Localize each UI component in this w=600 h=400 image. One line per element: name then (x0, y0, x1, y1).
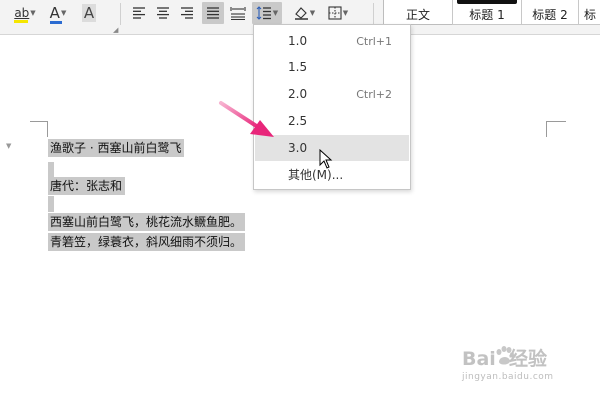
option-value: 1.0 (288, 34, 308, 48)
align-right-icon (181, 7, 193, 19)
style-heading-2[interactable]: 标题 2 (521, 0, 579, 25)
justify-icon (207, 7, 219, 19)
character-shading-icon: A (81, 4, 97, 22)
align-right-button[interactable] (176, 2, 198, 24)
style-heading-2-label: 标题 2 (532, 7, 568, 22)
chevron-down-icon: ▼ (342, 9, 349, 17)
margin-crop-mark (546, 121, 566, 122)
selection-blank-line (48, 196, 54, 212)
line-spacing-option-2-0[interactable]: 2.0 Ctrl+2 (255, 81, 409, 107)
style-heading-1[interactable]: 标题 1 (452, 0, 522, 25)
selection-blank-line (48, 162, 54, 178)
watermark-url: jingyan.baidu.com (462, 372, 554, 382)
option-value: 其他(M)... (288, 167, 344, 182)
shading-button[interactable]: ▼ (290, 2, 318, 24)
poem-title[interactable]: 渔歌子 · 西塞山前白鹭飞 (48, 139, 185, 157)
margin-crop-mark (546, 121, 547, 137)
character-shading-button[interactable]: A (78, 2, 100, 24)
line-spacing-option-1-5[interactable]: 1.5 (255, 54, 409, 80)
chevron-down-icon: ▼ (272, 9, 279, 17)
option-shortcut: Ctrl+2 (356, 87, 392, 101)
style-heading-3[interactable]: 标 (578, 0, 600, 25)
justify-button[interactable] (202, 2, 224, 24)
align-left-icon (133, 7, 145, 19)
option-shortcut: Ctrl+1 (356, 34, 392, 48)
font-color-icon: A (49, 4, 62, 24)
margin-crop-mark (30, 121, 48, 122)
option-value: 3.0 (288, 141, 308, 155)
style-heading-1-label: 标题 1 (469, 7, 505, 22)
line-spacing-option-2-5[interactable]: 2.5 (255, 108, 409, 134)
highlight-icon: ab (14, 6, 29, 23)
distributed-icon (230, 7, 246, 20)
poem-line-2[interactable]: 青箬笠，绿蓑衣，斜风细雨不须归。 (48, 233, 246, 251)
border-button[interactable]: ▼ (324, 2, 352, 24)
poem-line-1[interactable]: 西塞山前白鹭飞，桃花流水鳜鱼肥。 (48, 213, 246, 231)
mouse-cursor-icon (319, 149, 333, 169)
poem-author[interactable]: 唐代：张志和 (48, 177, 126, 195)
style-heading-3-label: 标 (583, 7, 596, 22)
style-preview (457, 0, 517, 4)
font-color-button[interactable]: A ▼ (46, 2, 70, 24)
option-value: 2.5 (288, 114, 308, 128)
shading-icon (294, 7, 308, 20)
indent-marker-icon[interactable]: ▼ (6, 142, 11, 150)
option-value: 1.5 (288, 60, 308, 74)
line-spacing-option-1-0[interactable]: 1.0 Ctrl+1 (255, 28, 409, 54)
style-normal-label: 正文 (405, 7, 430, 22)
watermark-brand: Bai 经验 (462, 348, 548, 370)
line-spacing-icon (256, 6, 271, 20)
border-icon (328, 6, 342, 20)
distributed-align-button[interactable] (227, 2, 249, 24)
align-center-icon (157, 7, 169, 19)
dialog-launcher-icon[interactable]: ◢ (113, 26, 118, 34)
divider (373, 3, 374, 25)
align-left-button[interactable] (128, 2, 150, 24)
chevron-down-icon: ▼ (30, 9, 36, 17)
style-normal[interactable]: 正文 (383, 0, 453, 25)
chevron-down-icon: ▼ (309, 9, 316, 17)
highlight-button[interactable]: ab ▼ (12, 2, 38, 24)
baidu-jingyan-watermark: Bai 经验 jingyan.baidu.com (462, 342, 587, 390)
divider (120, 3, 121, 25)
margin-crop-mark (47, 121, 48, 137)
option-value: 2.0 (288, 87, 308, 101)
line-spacing-button[interactable]: ▼ (252, 2, 282, 24)
chevron-down-icon: ▼ (60, 9, 67, 17)
align-center-button[interactable] (152, 2, 174, 24)
